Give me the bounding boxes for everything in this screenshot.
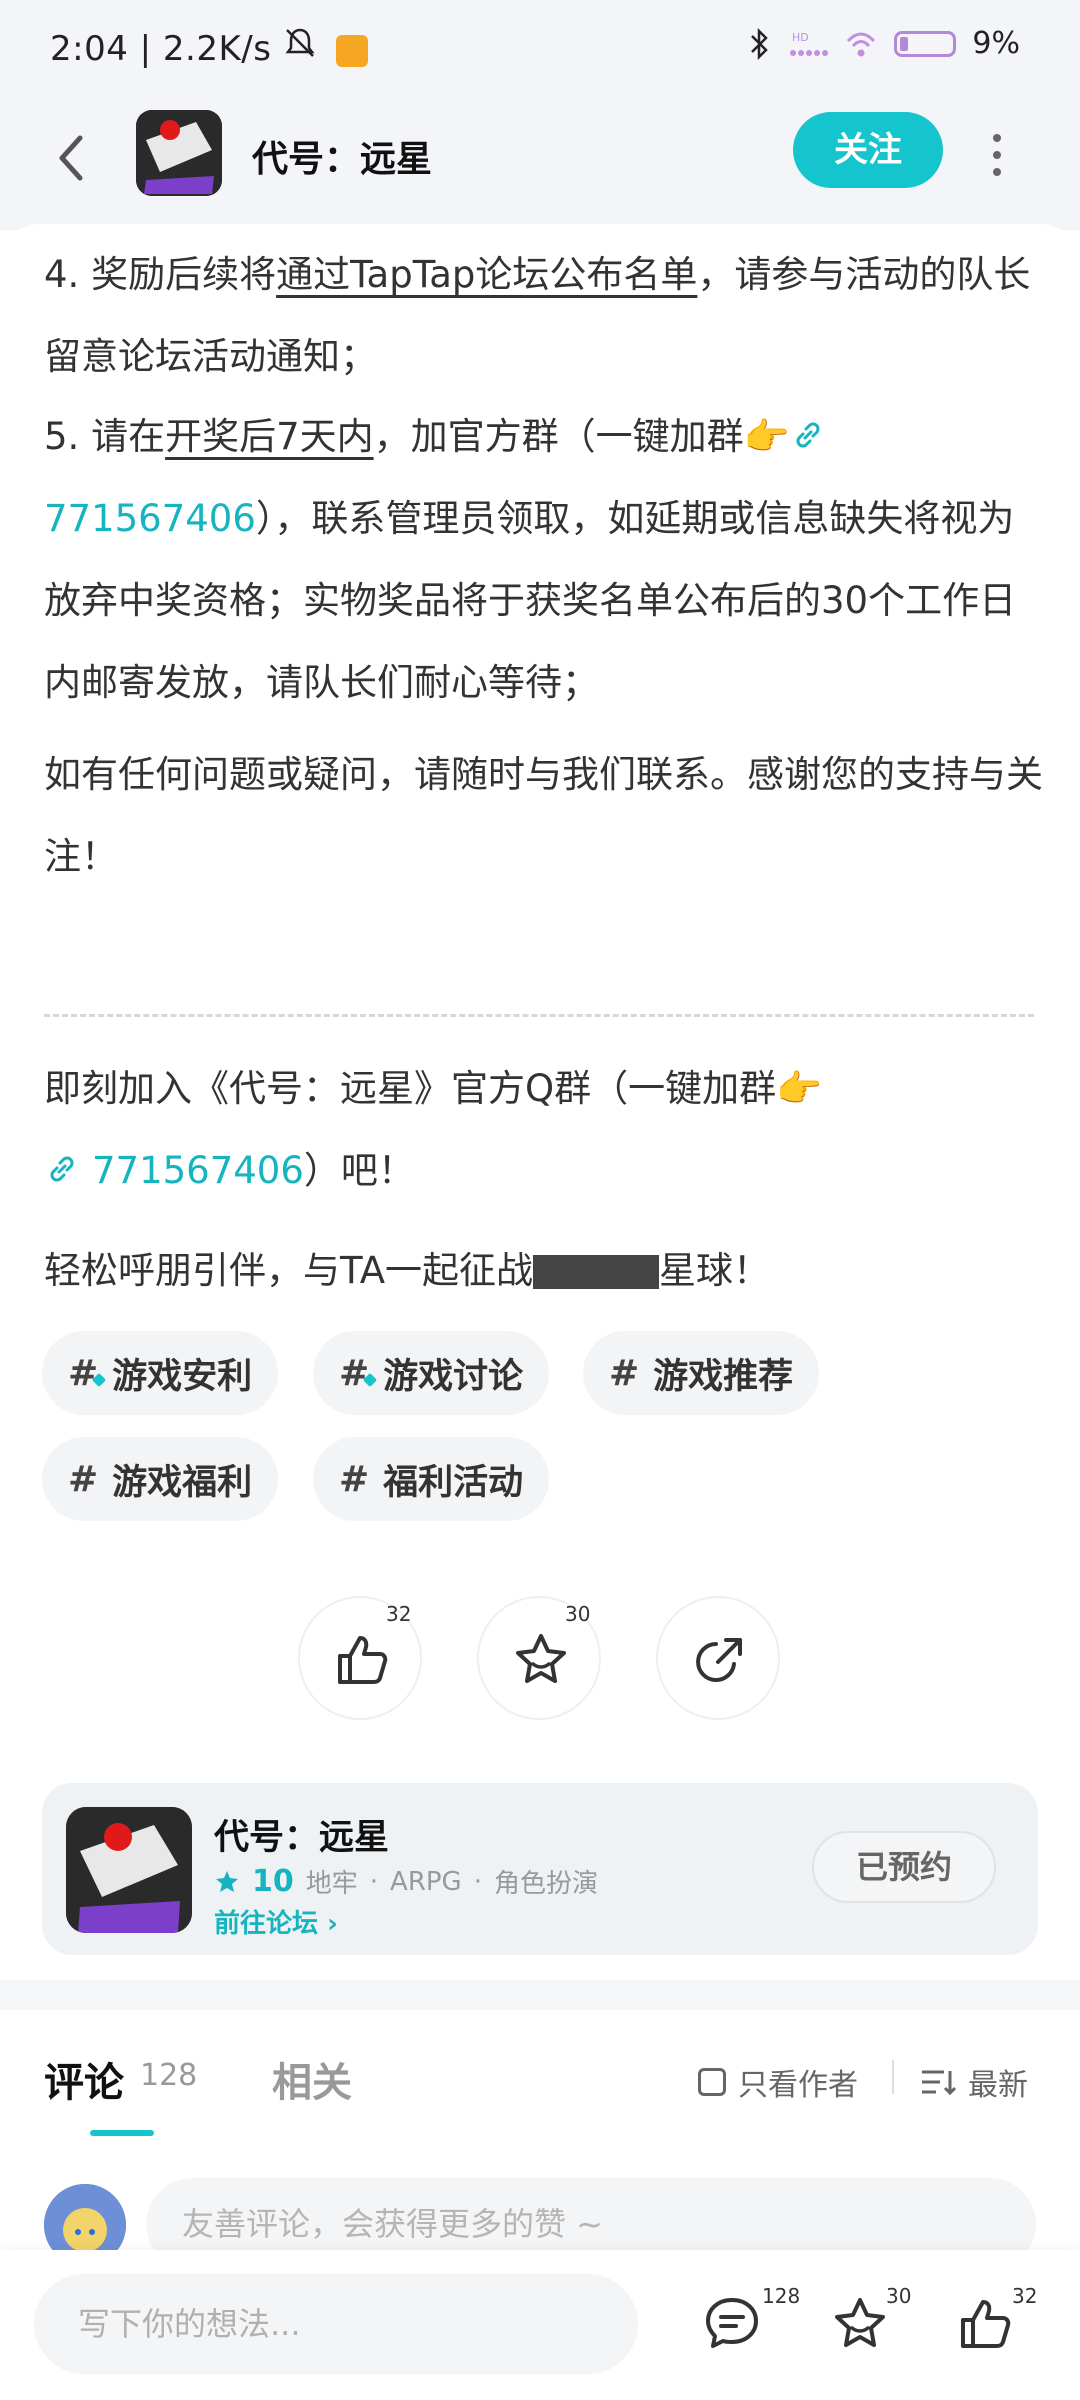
invite-paragraph: 轻松呼朋引伴，与TA一起征战 星球！ bbox=[44, 1230, 1044, 1312]
genre-1: 地牢 bbox=[305, 1869, 358, 1899]
redacted-block bbox=[533, 1255, 660, 1289]
sort-icon bbox=[922, 2070, 956, 2096]
game-score: 10 bbox=[252, 1864, 294, 1899]
game-card[interactable]: 代号：远星 10 地牢 · ARPG · 角色扮演 前往论坛 › 已预约 bbox=[42, 1783, 1038, 1955]
svg-text:HD: HD bbox=[792, 31, 809, 44]
p5-underlined-text: 开奖后7天内 bbox=[165, 415, 374, 458]
tag-label: 福利活动 bbox=[383, 1462, 524, 1503]
bottom-favorite-count: 30 bbox=[886, 2284, 912, 2308]
hashtag-icon: # bbox=[68, 1458, 99, 1500]
status-right: HD 9% bbox=[748, 26, 1020, 61]
star-icon[interactable] bbox=[830, 2294, 890, 2354]
p4-text-a: 4. 奖励后续将 bbox=[44, 253, 277, 296]
join-qq-number: 771567406 bbox=[92, 1149, 304, 1192]
thumbs-up-icon[interactable] bbox=[955, 2294, 1015, 2354]
tag-label: 游戏推荐 bbox=[653, 1356, 794, 1397]
like-count: 32 bbox=[386, 1602, 412, 1626]
forum-label: 前往论坛 bbox=[214, 1909, 319, 1939]
sort-label: 最新 bbox=[968, 2068, 1028, 2103]
reserved-button[interactable]: 已预约 bbox=[812, 1831, 996, 1903]
hashtag-icon: # bbox=[68, 1352, 99, 1394]
p5-text-a: 5. 请在 bbox=[44, 415, 166, 458]
genre-2: ARPG bbox=[390, 1866, 462, 1897]
tag-label: 游戏福利 bbox=[112, 1462, 253, 1503]
follow-button[interactable]: 关注 bbox=[793, 112, 943, 188]
bluetooth-icon bbox=[751, 27, 769, 60]
author-only-toggle[interactable]: 只看作者 bbox=[698, 2060, 858, 2104]
bottom-bar: 写下你的想法... 128 30 32 bbox=[0, 2250, 1080, 2400]
join-text-a: 即刻加入《代号：远星》官方Q群（一键加群👉 bbox=[44, 1067, 823, 1110]
game-logo-icon bbox=[136, 110, 222, 196]
author-only-label: 只看作者 bbox=[738, 2068, 858, 2103]
tag-game-discussion[interactable]: # 游戏讨论 bbox=[313, 1331, 550, 1415]
section-separator bbox=[0, 1980, 1080, 2010]
qq-group-number: 771567406 bbox=[44, 497, 256, 540]
link-icon bbox=[796, 422, 820, 448]
app-notification-icon bbox=[336, 34, 369, 67]
top-nav-bar: 代号：远星 关注 bbox=[0, 100, 1080, 230]
genre-separator: · bbox=[473, 1866, 482, 1897]
game-card-name: 代号：远星 bbox=[214, 1818, 390, 1858]
comment-icon[interactable] bbox=[702, 2294, 762, 2354]
tab-comments[interactable]: 评论 bbox=[44, 2050, 124, 2108]
page-title: 代号：远星 bbox=[252, 139, 433, 180]
genre-separator: · bbox=[369, 1866, 379, 1897]
bottom-comment-count: 128 bbox=[762, 2284, 801, 2308]
wifi-icon bbox=[847, 32, 876, 56]
comment-tabs: 评论 128 相关 只看作者 最新 bbox=[0, 2010, 1080, 2170]
rating-star-icon bbox=[216, 1870, 238, 1892]
genre-3: 角色扮演 bbox=[493, 1869, 598, 1899]
forum-link[interactable]: 前往论坛 › bbox=[214, 1903, 338, 1940]
game-card-meta: 10 地牢 · ARPG · 角色扮演 bbox=[214, 1863, 598, 1900]
sort-button[interactable]: 最新 bbox=[920, 2060, 1028, 2104]
post-content: 4. 奖励后续将通过TapTap论坛公布名单，请参与活动的队长留意论坛活动通知；… bbox=[0, 224, 1080, 2004]
tag-label: 游戏安利 bbox=[112, 1356, 253, 1397]
join-qq-link[interactable]: 771567406 bbox=[44, 1149, 304, 1192]
game-logo-icon bbox=[66, 1807, 192, 1933]
battery-percent: 9% bbox=[972, 26, 1020, 61]
bottom-like-count: 32 bbox=[1012, 2284, 1038, 2308]
p4-underlined-text: 通过TapTap论坛公布名单 bbox=[276, 253, 698, 296]
invite-text-a: 轻松呼朋引伴，与TA一起征战 bbox=[44, 1249, 534, 1292]
star-icon bbox=[516, 1634, 566, 1683]
chevron-right-icon: › bbox=[327, 1909, 338, 1939]
paragraph-4: 4. 奖励后续将通过TapTap论坛公布名单，请参与活动的队长留意论坛活动通知； bbox=[44, 234, 1044, 398]
invite-text-b: 星球！ bbox=[659, 1249, 771, 1292]
game-avatar[interactable] bbox=[136, 110, 222, 196]
back-arrow-icon[interactable] bbox=[50, 128, 94, 188]
hashtag-icon: # bbox=[609, 1352, 640, 1394]
tag-game-recommend-1[interactable]: # 游戏安利 bbox=[42, 1331, 279, 1415]
status-time-text: 2:04 | 2.2K/s bbox=[50, 29, 272, 69]
thought-input[interactable]: 写下你的想法... bbox=[34, 2274, 638, 2374]
favorite-count: 30 bbox=[565, 1602, 591, 1626]
thumbs-up-icon bbox=[338, 1636, 388, 1684]
comment-count: 128 bbox=[140, 2058, 198, 2093]
share-icon bbox=[696, 1638, 742, 1682]
signal-hd-icon: HD bbox=[790, 31, 829, 56]
tag-game-welfare[interactable]: # 游戏福利 bbox=[42, 1437, 279, 1521]
p5-text-b: ，加官方群（一键加群👉 bbox=[373, 415, 790, 458]
active-tab-indicator bbox=[90, 2130, 154, 2136]
hashtag-icon: # bbox=[339, 1458, 370, 1500]
status-time: 2:04 | 2.2K/s bbox=[50, 26, 369, 69]
link-icon bbox=[50, 1156, 74, 1182]
join-text-b: ）吧！ bbox=[303, 1149, 415, 1192]
game-card-icon bbox=[66, 1807, 192, 1933]
hashtag-icon: # bbox=[339, 1352, 370, 1394]
contact-paragraph: 如有任何问题或疑问，请随时与我们联系。感谢您的支持与关注！ bbox=[44, 753, 1043, 878]
paragraph-5: 5. 请在开奖后7天内，加官方群（一键加群👉771567406），联系管理员领取… bbox=[44, 396, 1044, 724]
tab-related[interactable]: 相关 bbox=[272, 2050, 352, 2108]
status-bar: 2:04 | 2.2K/s HD 9% bbox=[0, 0, 1080, 100]
more-options-icon[interactable] bbox=[990, 130, 1004, 180]
notification-mute-icon bbox=[285, 28, 315, 57]
checkbox-icon bbox=[698, 2068, 726, 2096]
sort-divider bbox=[892, 2060, 894, 2094]
join-paragraph: 即刻加入《代号：远星》官方Q群（一键加群👉 771567406）吧！ bbox=[44, 1048, 1044, 1212]
tag-label: 游戏讨论 bbox=[383, 1356, 524, 1397]
dashed-divider bbox=[44, 1014, 1034, 1017]
share-button[interactable] bbox=[656, 1596, 780, 1720]
tag-game-recommend-2[interactable]: # 游戏推荐 bbox=[583, 1331, 820, 1415]
tag-welfare-event[interactable]: # 福利活动 bbox=[313, 1437, 550, 1521]
battery-icon bbox=[894, 30, 957, 57]
